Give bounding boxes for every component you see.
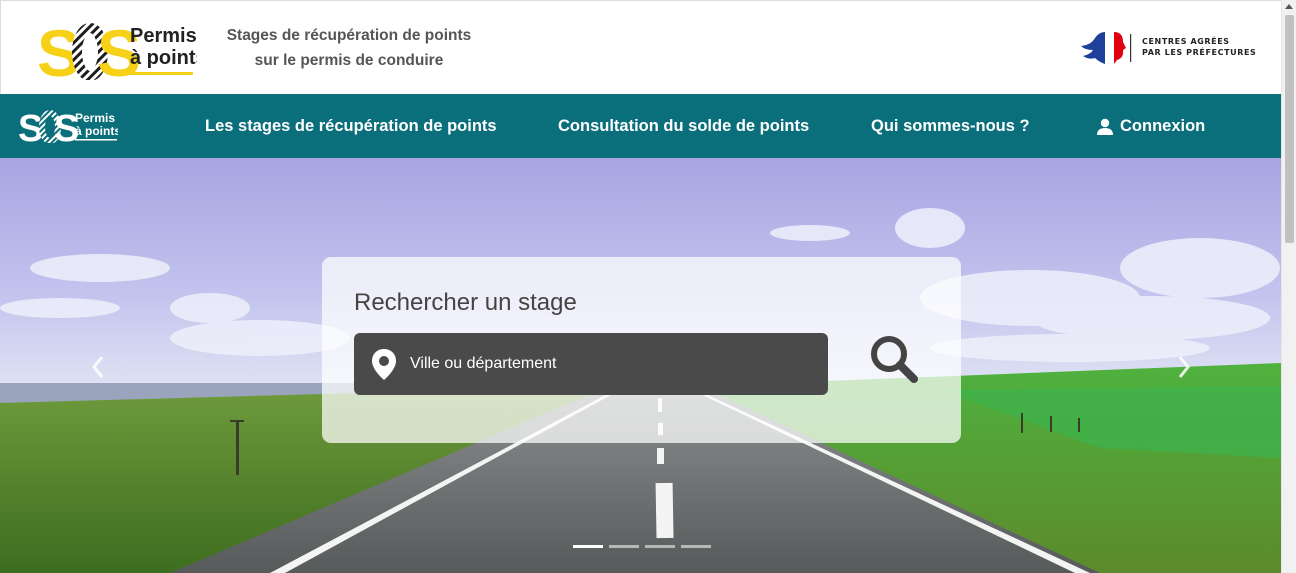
main-navbar: S S Permis à points Les stages de récupé… (0, 94, 1281, 158)
carousel-indicator-1[interactable] (573, 545, 603, 548)
connexion-label: Connexion (1120, 117, 1206, 135)
nav-item-qui-sommes-nous[interactable]: Qui sommes-nous ? (871, 94, 1030, 158)
search-field[interactable] (354, 333, 828, 395)
carousel-indicator-2[interactable] (609, 545, 639, 548)
search-icon[interactable] (868, 333, 922, 387)
scroll-up-arrow[interactable] (1285, 4, 1293, 9)
scroll-thumb[interactable] (1285, 15, 1294, 243)
tagline-line-2: sur le permis de conduire (254, 52, 444, 69)
hero-carousel: Rechercher un stage (0, 158, 1281, 573)
svg-text:Permis: Permis (130, 25, 197, 47)
carousel-indicators (573, 545, 711, 548)
prefecture-badge: CENTRES AGRÉES PAR LES PRÉFECTURES (1079, 28, 1259, 68)
search-panel: Rechercher un stage (322, 257, 961, 443)
search-title: Rechercher un stage (354, 289, 577, 316)
city-search-input[interactable] (410, 333, 810, 395)
carousel-indicator-3[interactable] (645, 545, 675, 548)
svg-text:S: S (18, 108, 42, 143)
tagline: Stages de récupération de points sur le … (209, 23, 489, 73)
nav-item-solde[interactable]: Consultation du solde de points (558, 94, 809, 158)
svg-text:Permis: Permis (75, 111, 115, 125)
nav-logo[interactable]: S S Permis à points (18, 107, 118, 143)
carousel-indicator-4[interactable] (681, 545, 711, 548)
svg-text:à points: à points (130, 47, 197, 69)
sos-permis-logo[interactable]: S S Permis à points (37, 18, 197, 80)
nav-item-stages[interactable]: Les stages de récupération de points (205, 94, 497, 158)
top-header: S S Permis à points Stages de récupérati… (0, 0, 1281, 94)
user-icon (1097, 118, 1113, 135)
prefecture-text: CENTRES AGRÉES PAR LES PRÉFECTURES (1142, 37, 1257, 57)
carousel-next-arrow[interactable] (1174, 353, 1194, 381)
marianne-flag-icon (1081, 32, 1132, 64)
svg-text:à points: à points (75, 124, 118, 138)
map-pin-icon (372, 349, 396, 380)
nav-item-connexion[interactable]: Connexion (1097, 94, 1205, 158)
tagline-line-1: Stages de récupération de points (226, 27, 472, 44)
page-scrollbar[interactable] (1281, 0, 1296, 573)
carousel-prev-arrow[interactable] (88, 353, 108, 381)
